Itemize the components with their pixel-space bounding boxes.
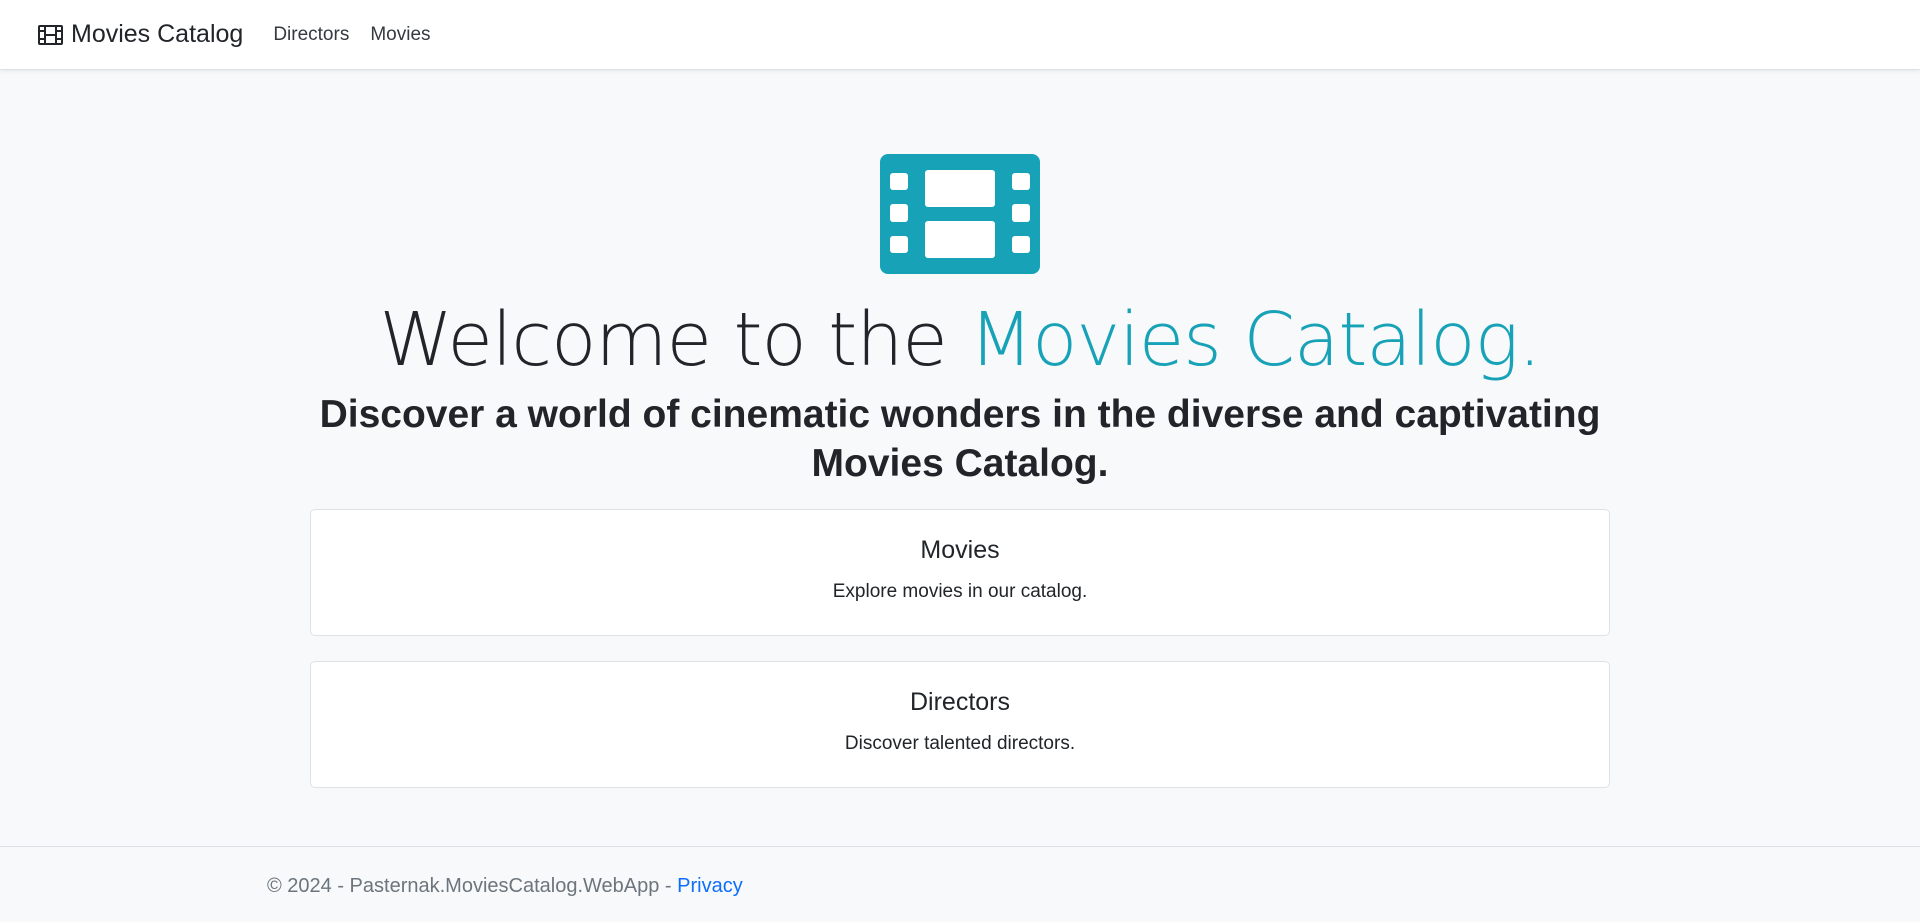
film-icon xyxy=(880,154,1040,274)
movies-card[interactable]: Movies Explore movies in our catalog. xyxy=(310,509,1610,636)
card-title: Directors xyxy=(909,688,1010,716)
card-text: Discover talented directors. xyxy=(844,733,1076,754)
subtitle: Discover a world of cinematic wonders in… xyxy=(319,393,1601,485)
nav-link-directors[interactable]: Directors xyxy=(273,24,349,46)
card-title: Movies xyxy=(920,536,1000,564)
footer: © 2024 - Pasternak.MoviesCatalog.WebApp … xyxy=(0,846,1920,922)
privacy-link[interactable]: Privacy xyxy=(677,875,743,897)
brand-label: Movies Catalog xyxy=(71,20,244,48)
welcome-prefix: Welcome to the xyxy=(379,297,970,383)
copyright-text: © 2024 - Pasternak.MoviesCatalog.WebApp … xyxy=(267,875,678,897)
brand-link[interactable]: Movies Catalog xyxy=(38,20,243,49)
film-icon xyxy=(38,24,63,45)
directors-card[interactable]: Directors Discover talented directors. xyxy=(310,661,1610,788)
footer-text: © 2024 - Pasternak.MoviesCatalog.WebApp … xyxy=(267,875,743,898)
card-text: Explore movies in our catalog. xyxy=(832,581,1088,602)
welcome-accent: Movies Catalog. xyxy=(969,297,1541,383)
navbar: Movies Catalog Directors Movies xyxy=(0,0,1920,70)
nav-link-movies[interactable]: Movies xyxy=(370,24,430,46)
welcome-heading: Welcome to the Movies Catalog. xyxy=(0,298,1920,382)
